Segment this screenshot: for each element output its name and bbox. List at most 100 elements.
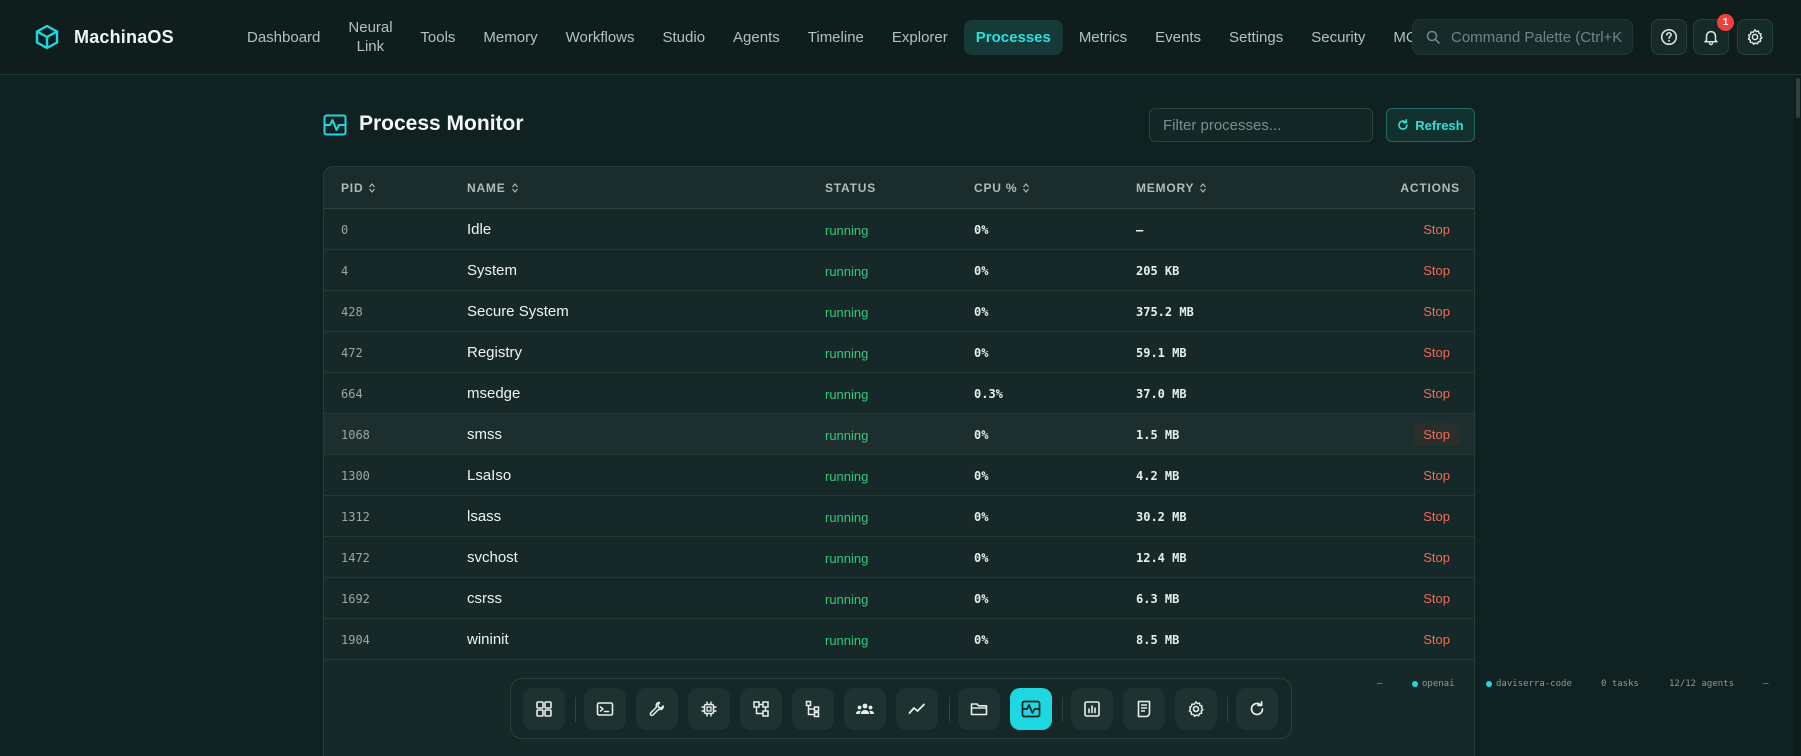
nav-memory[interactable]: Memory <box>471 20 549 55</box>
dock-processes-button[interactable] <box>1010 688 1052 730</box>
dock-tools-button[interactable] <box>636 688 678 730</box>
dock-refresh-button[interactable] <box>1236 688 1278 730</box>
stop-button[interactable]: Stop <box>1413 218 1460 241</box>
cpu-cell: 0% <box>974 428 989 442</box>
dock-dashboard-button[interactable] <box>523 688 565 730</box>
table-row[interactable]: 1300 LsaIso running 0% 4.2 MB Stop <box>324 455 1474 496</box>
bell-icon <box>1704 30 1718 46</box>
cpu-cell: 0% <box>974 223 989 237</box>
dock-separator <box>949 697 950 722</box>
table-row[interactable]: 472 Registry running 0% 59.1 MB Stop <box>324 332 1474 373</box>
dock-timeline-button[interactable] <box>792 688 834 730</box>
refresh-button[interactable]: Refresh <box>1386 108 1475 142</box>
status-tasks: 0 tasks <box>1601 679 1639 689</box>
name-cell: csrss <box>467 590 502 607</box>
pid-cell: 1692 <box>341 592 370 606</box>
stop-button[interactable]: Stop <box>1413 300 1460 323</box>
report-icon <box>1084 701 1100 717</box>
stop-button[interactable]: Stop <box>1413 587 1460 610</box>
stop-button[interactable]: Stop <box>1413 423 1460 446</box>
nav-workflows[interactable]: Workflows <box>554 20 647 55</box>
stop-button[interactable]: Stop <box>1413 628 1460 651</box>
name-cell: LsaIso <box>467 467 512 484</box>
pid-cell: 428 <box>341 305 363 319</box>
stop-button[interactable]: Stop <box>1413 505 1460 528</box>
dock-reports-button[interactable] <box>1071 688 1113 730</box>
workflow-icon <box>753 701 769 717</box>
stop-button[interactable]: Stop <box>1413 259 1460 282</box>
table-row[interactable]: 1692 csrss running 0% 6.3 MB Stop <box>324 578 1474 619</box>
notifications-button[interactable]: 1 <box>1693 14 1734 55</box>
cpu-cell: 0% <box>974 305 989 319</box>
column-pid[interactable]: PID <box>341 181 376 195</box>
dock-explorer-button[interactable] <box>958 688 1000 730</box>
status-cell: running <box>825 633 869 648</box>
dock-workflows-button[interactable] <box>740 688 782 730</box>
command-palette-placeholder: Command Palette (Ctrl+K <box>1451 28 1623 46</box>
table-row[interactable]: 1312 lsass running 0% 30.2 MB Stop <box>324 496 1474 537</box>
dock-agents-button[interactable] <box>844 688 886 730</box>
help-button[interactable] <box>1651 19 1687 55</box>
status-agents: 12/12 agents <box>1669 679 1735 689</box>
pid-cell: 1472 <box>341 551 370 565</box>
column-memory[interactable]: MEMORY <box>1136 181 1207 195</box>
memory-cell: — <box>1136 223 1144 237</box>
wrench-icon <box>649 701 665 717</box>
stop-button[interactable]: Stop <box>1413 546 1460 569</box>
column-name[interactable]: NAME <box>467 181 518 195</box>
memory-cell: 12.4 MB <box>1136 551 1187 565</box>
cpu-cell: 0% <box>974 469 989 483</box>
nav-studio[interactable]: Studio <box>651 20 718 55</box>
status-cell: running <box>825 346 869 361</box>
name-cell: wininit <box>467 631 509 648</box>
brand[interactable]: MachinaOS <box>34 24 215 50</box>
status-cell: running <box>825 305 869 320</box>
column-actions: ACTIONS <box>1400 181 1460 195</box>
table-row[interactable]: 1472 svchost running 0% 12.4 MB Stop <box>324 537 1474 578</box>
help-icon <box>1660 28 1678 46</box>
stop-button[interactable]: Stop <box>1413 341 1460 364</box>
table-row[interactable]: 4 System running 0% 205 KB Stop <box>324 250 1474 291</box>
dock-memory-button[interactable] <box>688 688 730 730</box>
column-cpu[interactable]: CPU % <box>974 181 1030 195</box>
status-user: daviserra-code <box>1486 679 1572 689</box>
table-row[interactable]: 1068 smss running 0% 1.5 MB Stop <box>324 414 1474 455</box>
pid-cell: 1068 <box>341 428 370 442</box>
nav-agents[interactable]: Agents <box>721 20 792 55</box>
cpu-cell: 0% <box>974 592 989 606</box>
name-cell: Secure System <box>467 303 569 320</box>
stop-button[interactable]: Stop <box>1413 382 1460 405</box>
dock-terminal-button[interactable] <box>584 688 626 730</box>
scrollbar-thumb[interactable] <box>1796 78 1800 118</box>
status-provider: openai <box>1412 679 1455 689</box>
search-icon <box>1426 30 1440 44</box>
table-row[interactable]: 428 Secure System running 0% 375.2 MB St… <box>324 291 1474 332</box>
pid-cell: 4 <box>341 264 349 278</box>
page-scrollbar[interactable] <box>1794 76 1801 756</box>
nav-tools[interactable]: Tools <box>408 20 467 55</box>
table-row[interactable]: 664 msedge running 0.3% 37.0 MB Stop <box>324 373 1474 414</box>
nav-settings[interactable]: Settings <box>1217 20 1295 55</box>
nav-neural-link[interactable]: Neural Link <box>336 10 404 64</box>
nav-security[interactable]: Security <box>1299 20 1377 55</box>
settings-icon <box>1188 701 1204 717</box>
process-table: PID NAME STATUS CPU % MEMORY ACTIONS 0 I… <box>323 166 1475 756</box>
refresh-icon <box>1250 700 1264 716</box>
dock-documents-button[interactable] <box>1123 688 1165 730</box>
dock-settings-button[interactable] <box>1175 688 1217 730</box>
dock-metrics-button[interactable] <box>896 688 938 730</box>
process-monitor-icon <box>1021 700 1041 718</box>
nav-processes[interactable]: Processes <box>963 19 1063 55</box>
stop-button[interactable]: Stop <box>1413 464 1460 487</box>
nav-dashboard[interactable]: Dashboard <box>235 20 332 55</box>
nav-metrics[interactable]: Metrics <box>1067 20 1139 55</box>
nav-explorer[interactable]: Explorer <box>880 20 960 55</box>
settings-button[interactable] <box>1737 19 1773 55</box>
command-palette-input[interactable]: Command Palette (Ctrl+K <box>1412 19 1633 55</box>
table-row[interactable]: 0 Idle running 0% — Stop <box>324 209 1474 250</box>
nav-events[interactable]: Events <box>1143 20 1213 55</box>
status-dash-right: — <box>1763 679 1769 689</box>
filter-processes-input[interactable] <box>1149 108 1373 142</box>
table-row[interactable]: 1904 wininit running 0% 8.5 MB Stop <box>324 619 1474 660</box>
nav-timeline[interactable]: Timeline <box>796 20 876 55</box>
